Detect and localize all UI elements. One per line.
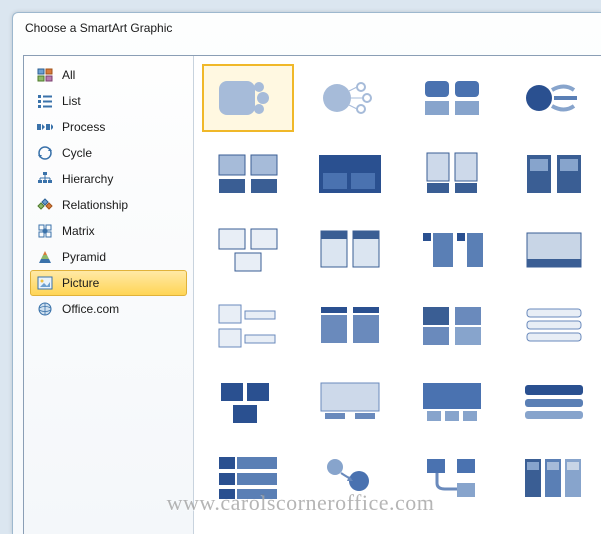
layout-gallery — [194, 56, 601, 534]
layout-thumb[interactable] — [510, 218, 598, 282]
sidebar-item-all[interactable]: All — [30, 62, 187, 88]
sidebar-item-pyramid[interactable]: Pyramid — [30, 244, 187, 270]
sidebar-item-picture[interactable]: Picture — [30, 270, 187, 296]
layout-grid — [204, 66, 595, 514]
layout-thumb[interactable] — [204, 142, 292, 206]
layout-thumb[interactable] — [408, 446, 496, 510]
office-icon — [36, 300, 54, 318]
layout-thumb[interactable] — [204, 218, 292, 282]
hierarchy-icon — [36, 170, 54, 188]
layout-thumb[interactable] — [204, 294, 292, 358]
layout-thumb[interactable] — [408, 370, 496, 434]
layout-thumb[interactable] — [306, 370, 394, 434]
sidebar-item-hierarchy[interactable]: Hierarchy — [30, 166, 187, 192]
sidebar-item-matrix[interactable]: Matrix — [30, 218, 187, 244]
layout-thumb[interactable] — [510, 446, 598, 510]
layout-thumb[interactable] — [306, 66, 394, 130]
process-icon — [36, 118, 54, 136]
layout-thumb[interactable] — [408, 218, 496, 282]
sidebar-item-label: Office.com — [62, 302, 119, 316]
sidebar-item-label: Pyramid — [62, 250, 106, 264]
layout-thumb[interactable] — [306, 218, 394, 282]
layout-thumb[interactable] — [408, 142, 496, 206]
layout-thumb[interactable] — [510, 370, 598, 434]
layout-thumb[interactable] — [204, 370, 292, 434]
layout-thumb[interactable] — [408, 66, 496, 130]
sidebar-item-label: All — [62, 68, 75, 82]
sidebar-item-label: Matrix — [62, 224, 95, 238]
layout-thumb[interactable] — [306, 446, 394, 510]
sidebar-item-list[interactable]: List — [30, 88, 187, 114]
picture-icon — [36, 274, 54, 292]
layout-thumb[interactable] — [510, 142, 598, 206]
cycle-icon — [36, 144, 54, 162]
sidebar-item-label: Hierarchy — [62, 172, 113, 186]
layout-thumb[interactable] — [204, 66, 292, 130]
layout-thumb[interactable] — [510, 66, 598, 130]
sidebar-item-label: Cycle — [62, 146, 92, 160]
category-sidebar: All List Process Cycle — [24, 56, 194, 534]
relationship-icon — [36, 196, 54, 214]
layout-thumb[interactable] — [306, 142, 394, 206]
layout-thumb[interactable] — [204, 446, 292, 510]
matrix-icon — [36, 222, 54, 240]
dialog-content: All List Process Cycle — [23, 55, 601, 534]
sidebar-item-relationship[interactable]: Relationship — [30, 192, 187, 218]
layout-thumb[interactable] — [408, 294, 496, 358]
pyramid-icon — [36, 248, 54, 266]
sidebar-item-label: Relationship — [62, 198, 128, 212]
dialog-title: Choose a SmartArt Graphic — [25, 21, 172, 35]
sidebar-item-label: List — [62, 94, 81, 108]
sidebar-item-process[interactable]: Process — [30, 114, 187, 140]
sidebar-item-label: Process — [62, 120, 105, 134]
titlebar: Choose a SmartArt Graphic — [13, 13, 601, 45]
sidebar-item-officecom[interactable]: Office.com — [30, 296, 187, 322]
dialog-window: Choose a SmartArt Graphic All List Proc — [12, 12, 601, 534]
sidebar-item-label: Picture — [62, 276, 99, 290]
list-icon — [36, 92, 54, 110]
layout-thumb[interactable] — [510, 294, 598, 358]
all-icon — [36, 66, 54, 84]
sidebar-item-cycle[interactable]: Cycle — [30, 140, 187, 166]
layout-thumb[interactable] — [306, 294, 394, 358]
